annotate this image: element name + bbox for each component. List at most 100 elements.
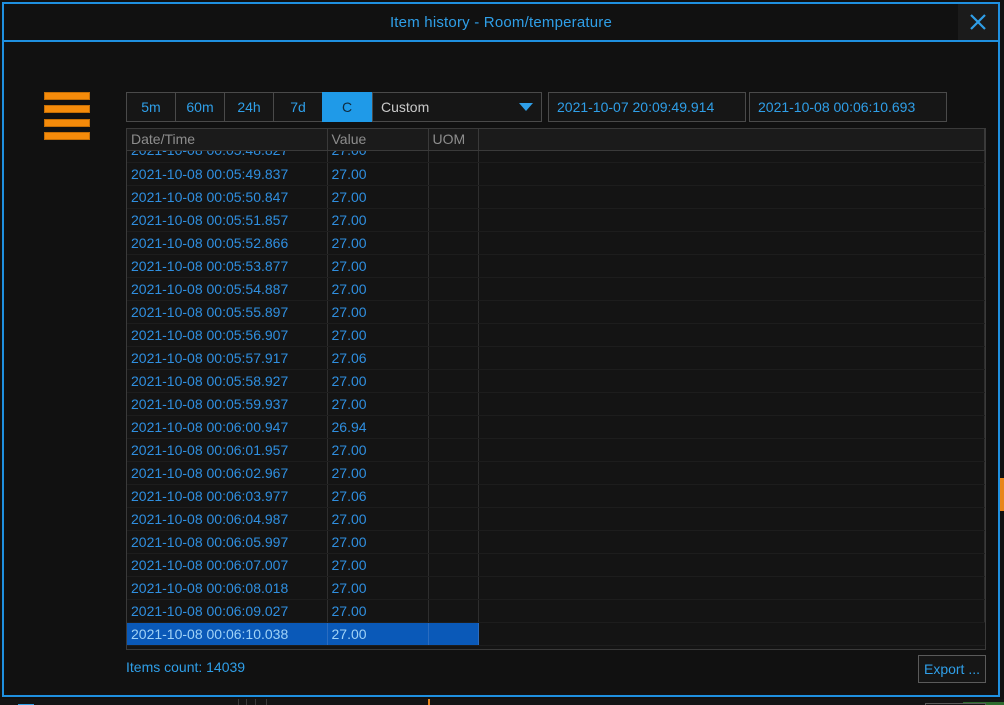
table-row[interactable]: 2021-10-08 00:06:07.007 27.00 xyxy=(127,553,985,577)
cell-value: 27.00 xyxy=(327,553,429,577)
cell-datetime: 2021-10-08 00:05:48.827 xyxy=(127,151,328,163)
table-row[interactable]: 2021-10-08 00:05:56.907 27.00 xyxy=(127,323,985,347)
table-row[interactable]: 2021-10-08 00:06:05.997 27.00 xyxy=(127,530,985,554)
dialog-title: Item history - Room/temperature xyxy=(389,13,613,31)
table-row[interactable]: 2021-10-08 00:05:59.937 27.00 xyxy=(127,392,985,416)
cell-uom xyxy=(428,507,479,531)
cell-blank xyxy=(478,438,985,462)
cell-datetime: 2021-10-08 00:05:55.897 xyxy=(127,300,328,324)
cell-blank xyxy=(478,231,985,255)
items-count-label: Items count: 14039 xyxy=(126,659,246,675)
cell-uom xyxy=(428,346,479,370)
close-icon[interactable] xyxy=(958,4,998,40)
history-table-header: Date/Time Value UOM xyxy=(127,129,985,151)
cell-blank xyxy=(478,369,985,393)
column-header-blank[interactable] xyxy=(478,129,985,151)
cell-value: 27.00 xyxy=(327,162,429,186)
cell-datetime: 2021-10-08 00:05:59.937 xyxy=(127,392,328,416)
table-row[interactable]: 2021-10-08 00:05:48.82727.00 xyxy=(127,151,985,163)
cell-datetime: 2021-10-08 00:06:00.947 xyxy=(127,415,328,439)
cell-value: 27.00 xyxy=(327,323,429,347)
cell-uom xyxy=(428,369,479,393)
cell-datetime: 2021-10-08 00:06:10.038 xyxy=(127,622,328,646)
cell-uom xyxy=(428,185,479,209)
time-range-toolbar: 5m 60m 24h 7d C Custom 2021-10-07 20:09:… xyxy=(126,92,947,122)
range-button-5m[interactable]: 5m xyxy=(126,92,176,122)
history-table-viewport[interactable]: 2021-10-08 00:05:48.82727.002021-10-08 0… xyxy=(127,151,985,649)
cell-value: 27.00 xyxy=(327,530,429,554)
table-row[interactable]: 2021-10-08 00:06:03.977 27.06 xyxy=(127,484,985,508)
cell-datetime: 2021-10-08 00:05:58.927 xyxy=(127,369,328,393)
column-header-datetime[interactable]: Date/Time xyxy=(127,129,328,151)
cell-uom xyxy=(428,622,479,646)
cell-value: 27.00 xyxy=(327,254,429,278)
column-header-value[interactable]: Value xyxy=(327,129,429,151)
cell-value: 27.00 xyxy=(327,185,429,209)
table-row[interactable]: 2021-10-08 00:06:01.957 27.00 xyxy=(127,438,985,462)
cell-uom xyxy=(428,553,479,577)
cell-datetime: 2021-10-08 00:05:57.917 xyxy=(127,346,328,370)
export-button[interactable]: Export ... xyxy=(918,655,986,683)
cell-datetime: 2021-10-08 00:06:08.018 xyxy=(127,576,328,600)
background-tick xyxy=(246,699,247,705)
cell-uom xyxy=(428,599,479,623)
table-row[interactable]: 2021-10-08 00:05:52.866 27.00 xyxy=(127,231,985,255)
table-row[interactable]: 2021-10-08 00:06:08.018 27.00 xyxy=(127,576,985,600)
cell-blank xyxy=(478,323,985,347)
cell-blank xyxy=(478,415,985,439)
cell-value: 27.00 xyxy=(327,231,429,255)
cell-datetime: 2021-10-08 00:06:03.977 xyxy=(127,484,328,508)
cell-uom xyxy=(428,277,479,301)
cell-value: 27.00 xyxy=(327,507,429,531)
range-button-60m[interactable]: 60m xyxy=(175,92,225,122)
history-table[interactable]: Date/Time Value UOM 2021-10-08 00:05:48. xyxy=(126,128,986,650)
dialog-titlebar[interactable]: Item history - Room/temperature xyxy=(4,4,998,42)
cell-datetime: 2021-10-08 00:05:50.847 xyxy=(127,185,328,209)
hamburger-menu-icon[interactable] xyxy=(44,92,90,140)
table-row[interactable]: 2021-10-08 00:06:10.038 27.00 xyxy=(127,622,985,646)
table-row[interactable]: 2021-10-08 00:05:57.917 27.06 xyxy=(127,346,985,370)
table-row[interactable]: 2021-10-08 00:05:51.857 27.00 xyxy=(127,208,985,232)
table-row[interactable]: 2021-10-08 00:06:02.967 27.00 xyxy=(127,461,985,485)
cell-datetime: 2021-10-08 00:06:09.027 xyxy=(127,599,328,623)
cell-uom xyxy=(428,323,479,347)
table-row[interactable]: 2021-10-08 00:05:49.837 27.00 xyxy=(127,162,985,186)
cell-blank xyxy=(478,277,985,301)
range-button-7d[interactable]: 7d xyxy=(273,92,323,122)
range-mode-value: Custom xyxy=(381,99,430,115)
table-row[interactable]: 2021-10-08 00:05:58.927 27.00 xyxy=(127,369,985,393)
table-row[interactable]: 2021-10-08 00:06:04.987 27.00 xyxy=(127,507,985,531)
column-header-uom[interactable]: UOM xyxy=(428,129,479,151)
table-row[interactable]: 2021-10-08 00:05:53.877 27.00 xyxy=(127,254,985,278)
cell-value: 27.00 xyxy=(327,208,429,232)
hamburger-bar xyxy=(44,131,90,140)
to-datetime-input[interactable]: 2021-10-08 00:06:10.693 xyxy=(749,92,947,122)
cell-uom xyxy=(428,392,479,416)
range-button-24h[interactable]: 24h xyxy=(224,92,274,122)
table-row[interactable]: 2021-10-08 00:06:00.947 26.94 xyxy=(127,415,985,439)
cell-datetime: 2021-10-08 00:05:53.877 xyxy=(127,254,328,278)
item-history-dialog: Item history - Room/temperature 5m 60m 2… xyxy=(2,2,1000,705)
cell-blank xyxy=(478,151,985,163)
table-row[interactable]: 2021-10-08 00:05:50.847 27.00 xyxy=(127,185,985,209)
cell-value: 27.00 xyxy=(327,461,429,485)
range-button-custom-c[interactable]: C xyxy=(322,92,372,122)
cell-datetime: 2021-10-08 00:06:01.957 xyxy=(127,438,328,462)
cell-blank xyxy=(478,461,985,485)
cell-blank xyxy=(478,576,985,600)
cell-datetime: 2021-10-08 00:05:52.866 xyxy=(127,231,328,255)
from-datetime-input[interactable]: 2021-10-07 20:09:49.914 xyxy=(548,92,746,122)
cell-value: 27.06 xyxy=(327,484,429,508)
cell-datetime: 2021-10-08 00:06:07.007 xyxy=(127,553,328,577)
cell-datetime: 2021-10-08 00:05:54.887 xyxy=(127,277,328,301)
cell-uom xyxy=(428,162,479,186)
range-mode-select[interactable]: Custom xyxy=(372,92,542,122)
cell-blank xyxy=(478,185,985,209)
cell-uom xyxy=(428,438,479,462)
table-row[interactable]: 2021-10-08 00:05:54.887 27.00 xyxy=(127,277,985,301)
cell-uom xyxy=(428,415,479,439)
background-bottom-strip xyxy=(0,699,1004,705)
table-row[interactable]: 2021-10-08 00:05:55.897 27.00 xyxy=(127,300,985,324)
cell-value: 27.00 xyxy=(327,576,429,600)
table-row[interactable]: 2021-10-08 00:06:09.027 27.00 xyxy=(127,599,985,623)
